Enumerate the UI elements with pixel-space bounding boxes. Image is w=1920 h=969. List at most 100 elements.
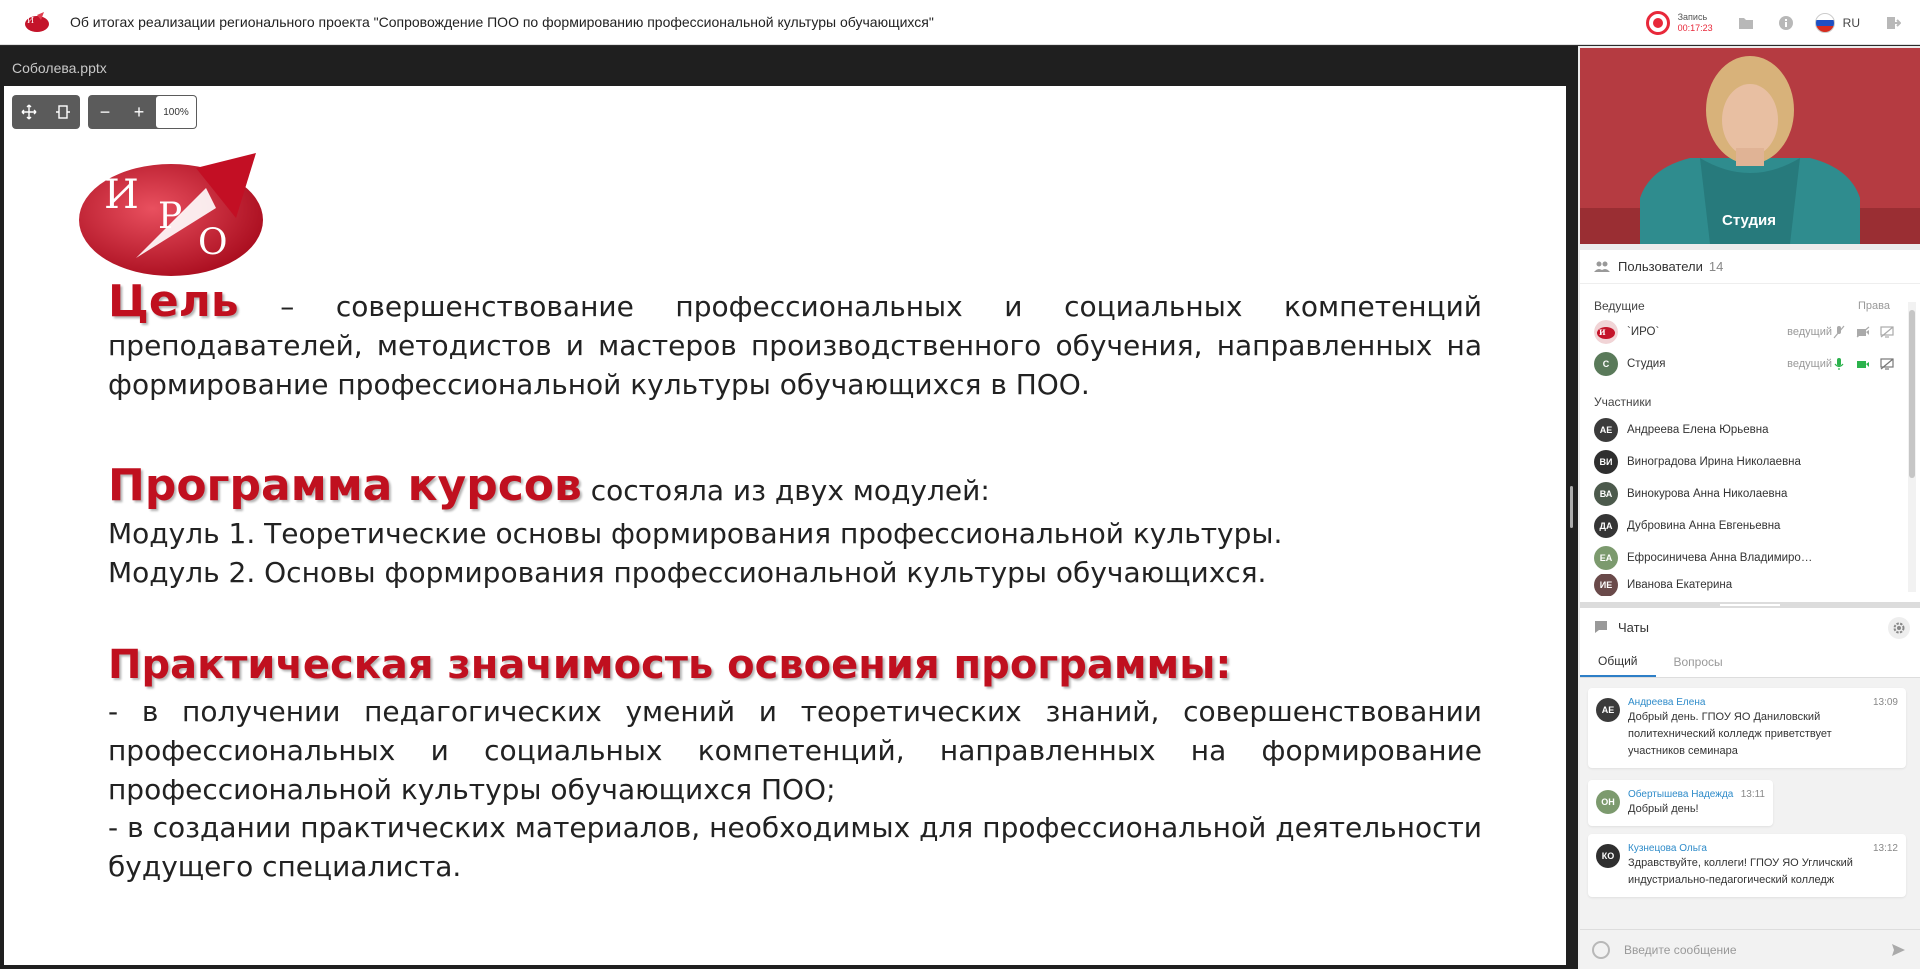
user-avatar: ИЕ	[1594, 574, 1618, 596]
message-text: Добрый день. ГПОУ ЯО Даниловский политех…	[1628, 711, 1832, 757]
zoom-in-button[interactable]: +	[122, 95, 156, 129]
message-avatar: КО	[1596, 844, 1620, 868]
fit-width-icon	[56, 105, 70, 119]
russian-flag-icon[interactable]	[1814, 12, 1835, 33]
svg-text:И: И	[104, 172, 139, 218]
svg-text:Р: Р	[158, 196, 182, 237]
practical-heading: Практическая значимость освоения програм…	[108, 642, 1232, 688]
mic-off-icon[interactable]	[1832, 325, 1846, 339]
message-avatar: АЕ	[1596, 698, 1620, 722]
fit-width-button[interactable]	[46, 95, 80, 129]
hosts-label: Ведущие	[1594, 299, 1645, 313]
panel-resize-handle[interactable]	[1570, 486, 1573, 528]
goal-heading: Цель	[108, 276, 239, 327]
emoji-icon[interactable]	[1592, 940, 1610, 959]
goal-text: – совершенствование профессиональных и с…	[108, 290, 1482, 401]
user-name: Иванова Екатерина	[1627, 579, 1733, 591]
mic-on-icon[interactable]	[1832, 357, 1846, 371]
exit-icon[interactable]	[1882, 12, 1904, 34]
user-name: Дубровина Анна Евгеньевна	[1627, 520, 1781, 532]
message-input[interactable]	[1624, 942, 1874, 957]
users-header: Пользователи 14	[1580, 250, 1920, 284]
message-input-bar	[1580, 929, 1920, 969]
zoom-controls: − + 100%	[88, 95, 197, 129]
screen-share-off-icon[interactable]	[1880, 357, 1894, 371]
chat-message: АЕ Андреева Елена 13:09 Добрый день. ГПО…	[1588, 688, 1906, 768]
participants-label: Участники	[1594, 395, 1652, 409]
svg-text:И: И	[27, 16, 34, 25]
users-scrollbar[interactable]	[1908, 302, 1916, 592]
user-avatar: АЕ	[1594, 418, 1618, 442]
iro-logo-icon: И	[25, 12, 49, 32]
info-icon[interactable]	[1775, 12, 1797, 34]
chat-settings-gear-icon[interactable]	[1888, 617, 1910, 639]
user-row-host[interactable]: С Студия ведущий	[1580, 348, 1920, 380]
module-2: Модуль 2. Основы формирования профессион…	[108, 556, 1267, 589]
program-paragraph: Программа курсов состояла из двух модуле…	[108, 464, 1482, 510]
practical-item-2: - в создании практических материалов, не…	[108, 811, 1482, 883]
user-avatar: ЕА	[1594, 546, 1618, 570]
fit-page-button[interactable]	[12, 95, 46, 129]
chat-tabs: Общий Вопросы	[1580, 646, 1920, 678]
users-title: Пользователи	[1618, 259, 1703, 274]
record-icon	[1645, 10, 1670, 35]
users-panel: Пользователи 14 Ведущие Права И `ИРО` ве…	[1580, 250, 1920, 602]
practical-item-1: - в получении педагогических умений и те…	[108, 695, 1482, 806]
rights-label: Права	[1858, 300, 1890, 312]
camera-off-icon[interactable]	[1856, 325, 1870, 339]
svg-text:И: И	[1599, 328, 1606, 337]
message-time: 13:09	[1872, 697, 1898, 708]
user-name: Ефросиничева Анна Владимиро…	[1627, 552, 1813, 564]
iro-slide-logo: И Р О	[79, 153, 263, 276]
slide-nav-controls	[12, 95, 80, 129]
chats-header: Чаты	[1580, 608, 1920, 646]
user-row[interactable]: ИЕ Иванова Екатерина	[1580, 574, 1920, 596]
language-selector[interactable]: RU	[1843, 16, 1860, 30]
presentation-file-name: Соболева.pptx	[12, 60, 107, 76]
user-row-host[interactable]: И `ИРО` ведущий	[1580, 316, 1920, 348]
user-row[interactable]: ВА Винокурова Анна Николаевна	[1580, 478, 1920, 510]
participants-section-header: Участники	[1580, 392, 1920, 412]
user-row[interactable]: АЕ Андреева Елена Юрьевна	[1580, 414, 1920, 446]
folder-icon[interactable]	[1735, 12, 1757, 34]
user-avatar: С	[1594, 352, 1618, 376]
user-avatar: ВА	[1594, 482, 1618, 506]
user-avatar: ДА	[1594, 514, 1618, 538]
message-avatar: ОН	[1596, 790, 1620, 814]
message-time: 13:11	[1740, 789, 1765, 800]
meeting-title: Об итогах реализации регионального проек…	[70, 14, 934, 30]
presentation-area: Соболева.pptx − + 100% И Р О Цель – сове…	[0, 46, 1578, 969]
module-1: Модуль 1. Теоретические основы формирова…	[108, 517, 1283, 550]
camera-on-icon[interactable]	[1856, 357, 1870, 371]
zoom-out-button[interactable]: −	[88, 95, 122, 129]
message-author[interactable]: Кузнецова Ольга	[1628, 842, 1896, 855]
video-label: Студия	[1722, 212, 1777, 229]
recording-indicator[interactable]: Запись 00:17:23	[1645, 10, 1713, 35]
screen-share-off-icon[interactable]	[1880, 325, 1894, 339]
video-feed[interactable]: Студия	[1580, 48, 1920, 244]
zoom-level[interactable]: 100%	[156, 96, 196, 128]
user-row[interactable]: ЕА Ефросиничева Анна Владимиро…	[1580, 542, 1920, 574]
message-author[interactable]: Андреева Елена	[1628, 696, 1896, 709]
svg-text:О: О	[198, 222, 228, 263]
move-icon	[21, 104, 37, 120]
record-time: 00:17:23	[1677, 22, 1713, 33]
chat-message: ОН Обертышева Надежда 13:11 Добрый день!	[1588, 780, 1773, 826]
program-heading: Программа курсов	[108, 460, 582, 511]
practical-heading-line: Практическая значимость освоения програм…	[108, 645, 1482, 688]
chat-message: КО Кузнецова Ольга 13:12 Здравствуйте, к…	[1588, 834, 1906, 897]
send-icon[interactable]	[1890, 942, 1906, 958]
goal-paragraph: Цель – совершенствование профессиональны…	[108, 280, 1482, 404]
user-name: Андреева Елена Юрьевна	[1627, 424, 1769, 436]
program-text: состояла из двух модулей:	[581, 474, 990, 507]
users-scrollbar-thumb[interactable]	[1909, 310, 1915, 478]
chats-panel: Чаты Общий Вопросы АЕ Андреева Елена 13:…	[1580, 608, 1920, 969]
record-label: Запись	[1677, 11, 1708, 22]
user-avatar: ВИ	[1594, 450, 1618, 474]
tab-questions[interactable]: Вопросы	[1656, 646, 1741, 677]
user-row[interactable]: ВИ Виноградова Ирина Николаевна	[1580, 446, 1920, 478]
chat-icon	[1595, 621, 1607, 633]
iro-avatar-icon: И	[1594, 320, 1618, 344]
user-row[interactable]: ДА Дубровина Анна Евгеньевна	[1580, 510, 1920, 542]
tab-general[interactable]: Общий	[1580, 646, 1656, 677]
